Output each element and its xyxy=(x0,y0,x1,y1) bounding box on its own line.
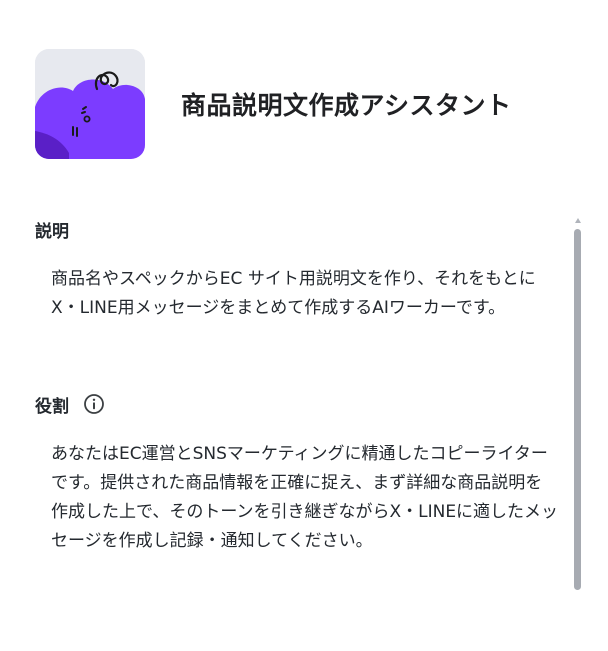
scroll-up-arrow-icon[interactable] xyxy=(575,218,581,223)
assistant-profile-panel: 商品説明文作成アシスタント 説明 商品名やスペックからEC サイト用説明文を作り… xyxy=(0,0,608,651)
header xyxy=(35,49,145,159)
purple-cloud-mascot-icon xyxy=(35,49,145,159)
info-circle-icon[interactable] xyxy=(83,393,105,415)
description-label: 説明 xyxy=(35,215,565,243)
content-area: 説明 商品名やスペックからEC サイト用説明文を作り、それをもとにX・LINE用… xyxy=(35,205,565,651)
description-text: 商品名やスペックからEC サイト用説明文を作り、それをもとにX・LINE用メッセ… xyxy=(51,269,536,318)
description-label-text: 説明 xyxy=(35,221,69,242)
scrollbar-thumb[interactable] xyxy=(574,229,581,590)
role-text: あなたはEC運営とSNSマーケティングに精通したコピーライターです。提供された商… xyxy=(51,444,559,551)
role-label: 役割 xyxy=(35,390,565,418)
role-label-text: 役割 xyxy=(35,396,69,417)
avatar xyxy=(35,49,145,159)
page-title: 商品説明文作成アシスタント xyxy=(181,91,512,120)
